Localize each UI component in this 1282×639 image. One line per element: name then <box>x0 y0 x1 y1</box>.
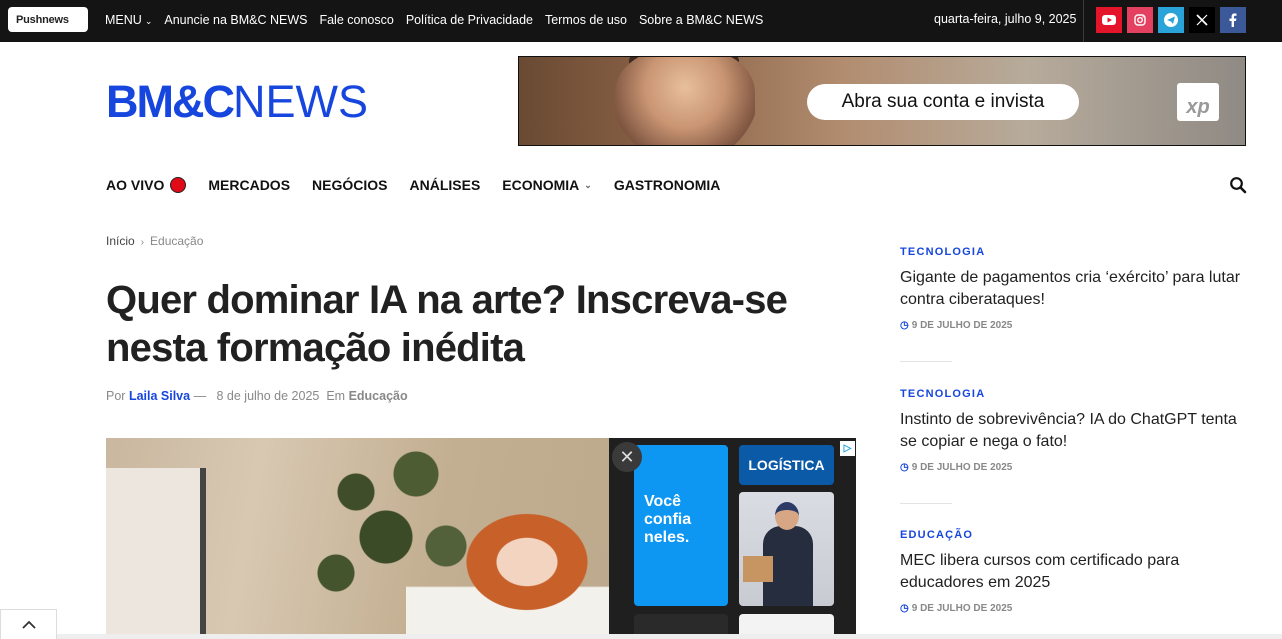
youtube-icon[interactable] <box>1096 7 1122 33</box>
breadcrumb-current[interactable]: Educação <box>150 234 203 248</box>
ad-photo-head <box>775 502 799 530</box>
divider <box>900 361 952 362</box>
search-icon[interactable] <box>1229 176 1247 194</box>
nav-item-gastronomia[interactable]: GASTRONOMIA <box>614 177 721 193</box>
inline-ad[interactable]: Você confia neles. LOGÍSTICA ✕ ▷ <box>609 438 856 639</box>
telegram-icon[interactable] <box>1158 7 1184 33</box>
top-link-contact[interactable]: Fale conosco <box>319 13 393 27</box>
nav-label: ECONOMIA <box>502 177 580 193</box>
nav-label: NEGÓCIOS <box>312 177 388 193</box>
article-meta: Por Laila Silva — 8 de julho de 2025 Em … <box>106 389 408 403</box>
top-bar: Pushnews MENU ⌄ Anuncie na BM&C NEWS Fale… <box>0 0 1282 42</box>
chevron-down-icon: ⌄ <box>584 179 592 190</box>
top-link-privacy[interactable]: Política de Privacidade <box>406 13 533 27</box>
sidebar-post-date: ◷ 9 DE JULHO DE 2025 <box>900 320 1246 331</box>
menu-dropdown[interactable]: MENU ⌄ <box>105 13 152 27</box>
ad-tag: LOGÍSTICA <box>739 445 834 485</box>
sidebar-post-title[interactable]: Gigante de pagamentos cria ‘exército’ pa… <box>900 267 1246 311</box>
clock-icon: ◷ <box>900 603 909 614</box>
adchoices-icon[interactable]: ▷ <box>840 441 855 456</box>
ad-photo-package <box>743 556 773 582</box>
chevron-up-icon <box>21 620 36 629</box>
hero-frame <box>106 468 206 639</box>
bottom-strip <box>0 634 1282 639</box>
live-dot-icon <box>170 177 187 193</box>
nav-item-mercados[interactable]: MERCADOS <box>208 177 290 193</box>
nav-item-economia[interactable]: ECONOMIA ⌄ <box>502 177 592 193</box>
sidebar-post-date-text: 9 DE JULHO DE 2025 <box>911 320 1013 331</box>
close-icon[interactable]: ✕ <box>612 442 642 472</box>
sidebar-post: TECNOLOGIA Gigante de pagamentos cria ‘e… <box>900 246 1246 331</box>
clock-icon: ◷ <box>900 462 909 473</box>
sidebar-post-category[interactable]: EDUCAÇÃO <box>900 529 1246 541</box>
author-link[interactable]: Laila Silva <box>129 389 190 403</box>
category-link[interactable]: Educação <box>349 389 408 403</box>
pushnews-button[interactable]: Pushnews <box>8 7 88 32</box>
sidebar-post-title[interactable]: Instinto de sobrevivência? IA do ChatGPT… <box>900 409 1246 453</box>
nav-item-negocios[interactable]: NEGÓCIOS <box>312 177 387 193</box>
sidebar-post-date: ◷ 9 DE JULHO DE 2025 <box>900 603 1246 614</box>
divider <box>1083 0 1084 42</box>
top-nav: MENU ⌄ Anuncie na BM&C NEWS Fale conosco … <box>105 0 763 40</box>
sidebar-post-date: ◷ 9 DE JULHO DE 2025 <box>900 462 1246 473</box>
ad-cta-button[interactable]: Abra sua conta e invista <box>807 84 1079 120</box>
nav-label: AO VIVO <box>106 177 165 193</box>
nav-item-analises[interactable]: ANÁLISES <box>410 177 481 193</box>
logo-thin-text: NEWS <box>232 76 368 127</box>
main-nav: AO VIVO MERCADOS NEGÓCIOS ANÁLISES ECONO… <box>106 172 720 198</box>
chevron-right-icon: › <box>140 237 145 248</box>
ad-blue-panel: Você confia neles. <box>634 445 728 606</box>
in-label: Em <box>326 389 346 403</box>
sidebar-post-title[interactable]: MEC libera cursos com certificado para e… <box>900 550 1246 594</box>
facebook-icon[interactable] <box>1220 7 1246 33</box>
ad-photo-person <box>615 57 755 145</box>
ad-photo <box>739 492 834 606</box>
header-ad-banner[interactable]: Abra sua conta e invista xp <box>518 56 1246 146</box>
sidebar-post: TECNOLOGIA Instinto de sobrevivência? IA… <box>900 388 1246 473</box>
logo-bold-text: BM&C <box>106 76 235 127</box>
current-date: quarta-feira, julho 9, 2025 <box>934 12 1077 26</box>
divider <box>900 503 952 504</box>
x-icon[interactable] <box>1189 7 1215 33</box>
nav-item-ao-vivo[interactable]: AO VIVO <box>106 177 187 193</box>
meta-dash: — <box>193 389 207 403</box>
sidebar-post: EDUCAÇÃO MEC libera cursos com certifica… <box>900 529 1246 614</box>
top-link-about[interactable]: Sobre a BM&C NEWS <box>639 13 763 27</box>
top-link-terms[interactable]: Termos de uso <box>545 13 627 27</box>
article-date: 8 de julho de 2025 <box>216 389 320 403</box>
clock-icon: ◷ <box>900 320 909 331</box>
site-logo[interactable]: BM&C NEWS <box>106 76 368 127</box>
sidebar-post-date-text: 9 DE JULHO DE 2025 <box>911 603 1013 614</box>
nav-label: GASTRONOMIA <box>613 177 721 193</box>
sidebar-post-category[interactable]: TECNOLOGIA <box>900 388 1246 400</box>
nav-label: ANÁLISES <box>409 177 481 193</box>
chevron-down-icon: ⌄ <box>144 16 153 26</box>
top-link-advertise[interactable]: Anuncie na BM&C NEWS <box>164 13 307 27</box>
back-to-top-button[interactable] <box>0 609 57 639</box>
menu-label: MENU <box>105 13 142 27</box>
breadcrumb: Início › Educação <box>106 234 203 248</box>
sidebar-post-date-text: 9 DE JULHO DE 2025 <box>911 462 1013 473</box>
sidebar-post-category[interactable]: TECNOLOGIA <box>900 246 1246 258</box>
nav-label: MERCADOS <box>208 177 291 193</box>
breadcrumb-home[interactable]: Início <box>106 234 135 248</box>
by-label: Por <box>106 389 126 403</box>
article-title: Quer dominar IA na arte? Inscreva-se nes… <box>106 278 788 370</box>
xp-logo: xp <box>1177 83 1219 121</box>
instagram-icon[interactable] <box>1127 7 1153 33</box>
